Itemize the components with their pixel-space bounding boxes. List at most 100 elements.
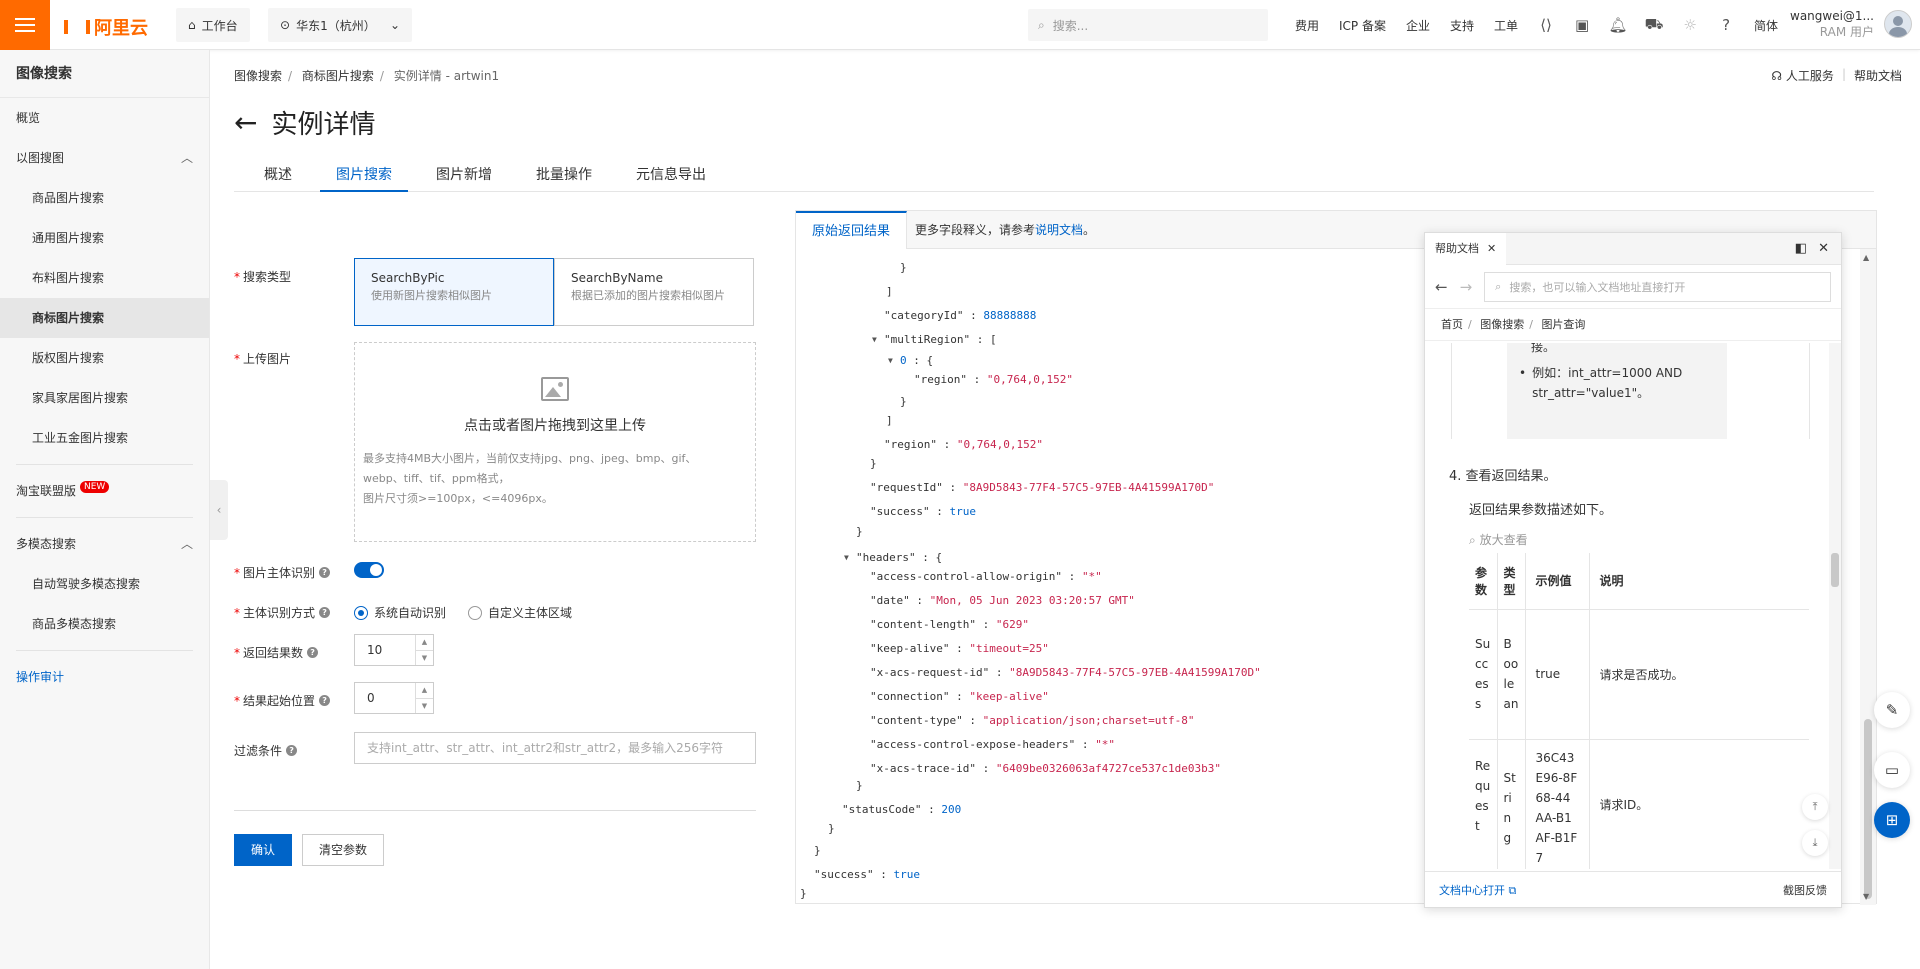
scroll-down-icon[interactable]: ▼ [1863,892,1869,901]
option-search-by-name[interactable]: SearchByName 根据已添加的图片搜索相似图片 [554,258,754,326]
tab-overview[interactable]: 概述 [234,158,308,192]
bulb-icon[interactable]: ☼ [1672,16,1708,34]
apps-icon[interactable]: ⊞ [1874,802,1910,838]
screenshot-feedback[interactable]: 截图反馈 [1783,882,1827,898]
decrement-icon[interactable]: ▼ [416,651,433,666]
sidebar-item-autodrive[interactable]: 自动驾驶多模态搜索 [0,564,209,604]
sidebar-item-taobao[interactable]: 淘宝联盟版 NEW [0,471,209,511]
link-icp[interactable]: ICP 备案 [1329,17,1396,34]
question-icon[interactable]: ? [307,647,319,658]
scroll-top-icon[interactable]: ⤒ [1802,794,1828,820]
close-panel-icon[interactable]: ✕ [1818,241,1829,256]
chat-icon[interactable]: ▭ [1874,752,1910,788]
link-enterprise[interactable]: 企业 [1396,17,1440,34]
open-doc-center-link[interactable]: 文档中心打开 ⧉ [1439,882,1516,898]
service-link[interactable]: ☊ 人工服务 [1771,67,1834,84]
breadcrumb-image-search[interactable]: 图像搜索 [234,69,282,83]
question-icon[interactable]: ? [286,745,298,756]
start-stepper[interactable]: 0 ▲ ▼ [354,682,434,714]
option-search-by-pic[interactable]: SearchByPic 使用新图片搜索相似图片 [354,258,554,326]
radio-custom[interactable]: 自定义主体区域 [468,604,572,621]
avatar[interactable] [1884,10,1912,38]
question-icon[interactable]: ? [319,607,331,618]
doc-crumb-query[interactable]: 图片查询 [1541,318,1585,331]
external-link-icon: ⧉ [1508,883,1517,897]
link-ticket[interactable]: 工单 [1484,17,1528,34]
sidebar-group-image-search[interactable]: 以图搜图 ︿ [0,138,209,178]
scroll-bottom-icon[interactable]: ⤓ [1802,830,1828,856]
table-row: Request String 36C43E96-8F68-44AA-B1AF-B… [1469,739,1809,869]
lang-switch[interactable]: 简体 [1744,17,1788,34]
code-icon[interactable]: ⟨⟩ [1528,16,1564,34]
breadcrumb-current: 实例详情 - artwin1 [393,69,500,83]
upload-hint: 最多支持4MB大小图片，当前仅支持jpg、png、jpeg、bmp、gif、 w… [363,452,697,505]
back-arrow-icon[interactable]: ← [234,106,257,139]
doc-tab[interactable]: 帮助文档 ✕ [1425,233,1507,265]
clear-button[interactable]: 清空参数 [302,834,384,866]
tab-meta-export[interactable]: 元信息导出 [620,158,722,192]
forward-icon[interactable]: → [1460,278,1473,296]
sidebar-item-fabric[interactable]: 布料图片搜索 [0,258,209,298]
sidebar-item-general[interactable]: 通用图片搜索 [0,218,209,258]
upload-dropzone[interactable]: 点击或者图片拖拽到这里上传 最多支持4MB大小图片，当前仅支持jpg、png、j… [354,342,756,542]
doc-crumb-image-search[interactable]: 图像搜索 [1480,318,1524,331]
search-input[interactable]: ⌕ 搜索... [1028,9,1268,41]
edit-icon[interactable]: ✎ [1874,692,1910,728]
result-scrollbar[interactable]: ▲ ▼ [1860,249,1876,905]
logo[interactable]: 阿里云 [64,14,148,40]
doc-crumb-home[interactable]: 首页 [1441,318,1463,331]
confirm-button[interactable]: 确认 [234,834,292,866]
menu-icon[interactable] [0,0,50,50]
terminal-icon[interactable]: ▣ [1564,16,1600,34]
sidebar-item-hardware[interactable]: 工业五金图片搜索 [0,418,209,458]
tab-raw-result[interactable]: 原始返回结果 [796,210,908,249]
user-info[interactable]: wangwei@1... RAM 用户 [1790,8,1874,40]
sidebar-item-copyright[interactable]: 版权图片搜索 [0,338,209,378]
collapse-toggle-icon[interactable]: ▼ [844,553,849,562]
doc-link[interactable]: 说明文档 [1035,223,1083,237]
sidebar-item-product[interactable]: 商品图片搜索 [0,178,209,218]
subject-toggle[interactable] [354,562,384,578]
question-icon[interactable]: ? [319,695,331,706]
region-select[interactable]: ⊙ 华东1（杭州） ⌄ [268,8,412,42]
close-icon[interactable]: ✕ [1487,233,1496,265]
collapse-toggle-icon[interactable]: ▼ [888,356,893,365]
collapse-toggle-icon[interactable]: ▼ [872,335,877,344]
link-fees[interactable]: 费用 [1285,17,1329,34]
sidebar-item-trademark[interactable]: 商标图片搜索 [0,298,209,338]
tab-batch[interactable]: 批量操作 [520,158,608,192]
scroll-up-icon[interactable]: ▲ [1863,253,1869,262]
tab-image-search[interactable]: 图片搜索 [320,158,408,192]
sidebar-item-audit[interactable]: 操作审计 [0,657,209,697]
back-icon[interactable]: ← [1435,278,1448,296]
zoom-link[interactable]: ⌕ 放大查看 [1469,531,1528,548]
sidebar-item-furniture[interactable]: 家具家居图片搜索 [0,378,209,418]
increment-icon[interactable]: ▲ [416,683,433,699]
sidebar-item-overview[interactable]: 概览 [0,98,209,138]
doc-scrollbar[interactable] [1829,343,1841,869]
breadcrumb-trademark[interactable]: 商标图片搜索 [302,69,374,83]
sidebar-item-product-multimodal[interactable]: 商品多模态搜索 [0,604,209,644]
json-line: ▼ 0 : { [888,354,934,368]
increment-icon[interactable]: ▲ [416,635,433,651]
help-icon[interactable]: ? [1708,16,1744,34]
tab-image-add[interactable]: 图片新增 [420,158,508,192]
workbench-button[interactable]: ⌂ 工作台 [176,8,250,42]
dock-icon[interactable]: ◧ [1795,241,1807,256]
question-icon[interactable]: ? [319,567,331,578]
cell-param: Request [1469,739,1498,869]
sidebar-group-multimodal[interactable]: 多模态搜索 ︿ [0,524,209,564]
help-doc-link[interactable]: 帮助文档 [1854,67,1902,84]
radio-auto[interactable]: 系统自动识别 [354,604,446,621]
doc-search-input[interactable]: ⌕ 搜索，也可以输入文档地址直接打开 [1484,271,1831,302]
link-support[interactable]: 支持 [1440,17,1484,34]
cell-desc: 请求是否成功。 [1589,609,1809,740]
cart-icon[interactable]: ⛟ [1636,15,1672,35]
filter-input[interactable]: 支持int_attr、str_attr、int_attr2和str_attr2，… [354,732,756,764]
decrement-icon[interactable]: ▼ [416,699,433,714]
user-name: wangwei@1... [1790,9,1874,23]
bell-icon[interactable]: 🔔︎ [1600,16,1636,34]
result-count-stepper[interactable]: 10 ▲ ▼ [354,634,434,666]
json-line: "requestId" : "8A9D5843-77F4-57C5-97EB-4… [870,481,1215,495]
tab-bar: 概述 图片搜索 图片新增 批量操作 元信息导出 [234,158,1874,192]
